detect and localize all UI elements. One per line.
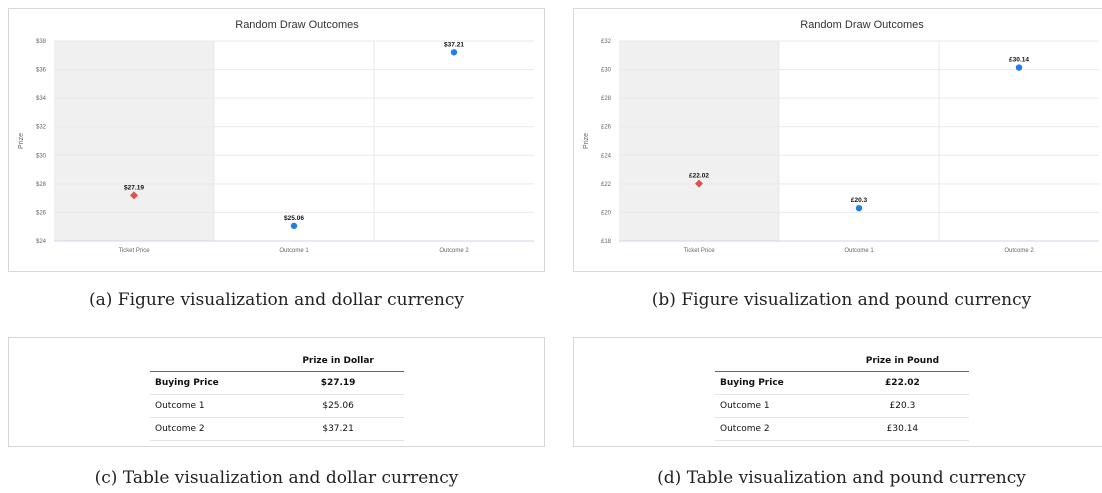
table-panel-dollar: Prize in Dollar Buying Price $27.19 Outc… bbox=[8, 337, 545, 447]
prize-table-dollar: Prize in Dollar Buying Price $27.19 Outc… bbox=[150, 350, 404, 441]
chart-panel-dollar: Random Draw Outcomes Prize $24 $26 $28 $30 $32… bbox=[8, 8, 545, 272]
y-tick-label: £30 bbox=[601, 68, 612, 74]
y-tick-label: £20 bbox=[601, 210, 612, 216]
y-tick-label: $34 bbox=[36, 96, 47, 102]
row-label: Outcome 2 bbox=[715, 417, 836, 441]
row-value: £20.3 bbox=[835, 394, 969, 418]
data-label: £22.02 bbox=[689, 173, 709, 180]
chart-title: Random Draw Outcomes bbox=[235, 19, 359, 31]
table-header-empty bbox=[715, 350, 836, 372]
table-row: Buying Price £22.02 bbox=[715, 371, 969, 395]
table-row: Outcome 1 £20.3 bbox=[715, 394, 969, 418]
data-label: $27.19 bbox=[124, 184, 144, 191]
shaded-band bbox=[619, 41, 779, 241]
row-value: £30.14 bbox=[835, 417, 969, 441]
caption-b: (b) Figure visualization and pound curre… bbox=[651, 290, 1032, 310]
y-tick-label: £26 bbox=[601, 125, 612, 131]
caption-c: (c) Table visualization and dollar curre… bbox=[94, 468, 459, 488]
y-tick-label: £32 bbox=[601, 39, 612, 45]
data-label: £20.3 bbox=[851, 197, 868, 204]
row-label: Buying Price bbox=[715, 371, 836, 395]
data-label: £30.14 bbox=[1009, 57, 1029, 64]
table-panel-pound: Prize in Pound Buying Price £22.02 Outco… bbox=[573, 337, 1102, 447]
chart-panel-pound: Random Draw Outcomes Prize £18 £20 £22 £24 £26… bbox=[573, 8, 1102, 272]
row-value: $25.06 bbox=[272, 394, 404, 418]
table-row: Outcome 1 $25.06 bbox=[150, 394, 404, 418]
y-tick-label: $36 bbox=[36, 68, 47, 74]
table-header-prize: Prize in Dollar bbox=[272, 350, 404, 372]
x-tick-label: Ticket Price bbox=[683, 248, 715, 254]
table-header-prize: Prize in Pound bbox=[835, 350, 969, 372]
x-tick-label: Outcome 1 bbox=[844, 248, 874, 254]
data-point bbox=[290, 222, 298, 230]
row-label: Outcome 1 bbox=[715, 394, 836, 418]
row-label: Buying Price bbox=[150, 371, 273, 395]
x-tick-label: Ticket Price bbox=[118, 248, 150, 254]
x-tick-label: Outcome 2 bbox=[1004, 248, 1034, 254]
y-axis-label: Prize bbox=[18, 133, 25, 149]
caption-a: (a) Figure visualization and dollar curr… bbox=[88, 290, 464, 310]
caption-d: (d) Table visualization and pound curren… bbox=[657, 468, 1026, 488]
x-tick-label: Outcome 1 bbox=[279, 248, 309, 254]
y-axis-label: Prize bbox=[583, 133, 590, 149]
prize-table-pound: Prize in Pound Buying Price £22.02 Outco… bbox=[715, 350, 969, 441]
row-value: £22.02 bbox=[835, 371, 969, 395]
row-label: Outcome 1 bbox=[150, 394, 273, 418]
data-label: $25.06 bbox=[284, 215, 304, 222]
y-tick-label: $32 bbox=[36, 125, 47, 131]
y-tick-label: £28 bbox=[601, 96, 612, 102]
table-header-empty bbox=[150, 350, 273, 372]
y-tick-label: $28 bbox=[36, 182, 47, 188]
y-tick-label: $38 bbox=[36, 39, 47, 45]
data-label: $37.21 bbox=[444, 41, 464, 48]
x-tick-label: Outcome 2 bbox=[439, 248, 469, 254]
row-label: Outcome 2 bbox=[150, 417, 273, 441]
shaded-band bbox=[54, 41, 214, 241]
chart-title: Random Draw Outcomes bbox=[800, 19, 924, 31]
table-header-row: Prize in Pound bbox=[715, 350, 969, 372]
chart-pound: Random Draw Outcomes Prize £18 £20 £22 £24 £26… bbox=[583, 19, 1099, 254]
data-point bbox=[855, 204, 863, 212]
data-point bbox=[1015, 64, 1023, 71]
data-point bbox=[450, 49, 458, 56]
y-tick-label: $30 bbox=[36, 153, 47, 159]
y-tick-label: $26 bbox=[36, 210, 47, 216]
row-value: $37.21 bbox=[272, 417, 404, 441]
table-row: Outcome 2 $37.21 bbox=[150, 417, 404, 441]
y-tick-label: £24 bbox=[601, 153, 612, 159]
y-tick-label: £22 bbox=[601, 182, 612, 188]
y-tick-label: £18 bbox=[601, 239, 612, 245]
table-row: Outcome 2 £30.14 bbox=[715, 417, 969, 441]
table-row: Buying Price $27.19 bbox=[150, 371, 404, 395]
chart-dollar: Random Draw Outcomes Prize $24 $26 $28 $30 $32… bbox=[18, 19, 534, 254]
row-value: $27.19 bbox=[272, 371, 404, 395]
table-header-row: Prize in Dollar bbox=[150, 350, 404, 372]
y-tick-label: $24 bbox=[36, 239, 47, 245]
